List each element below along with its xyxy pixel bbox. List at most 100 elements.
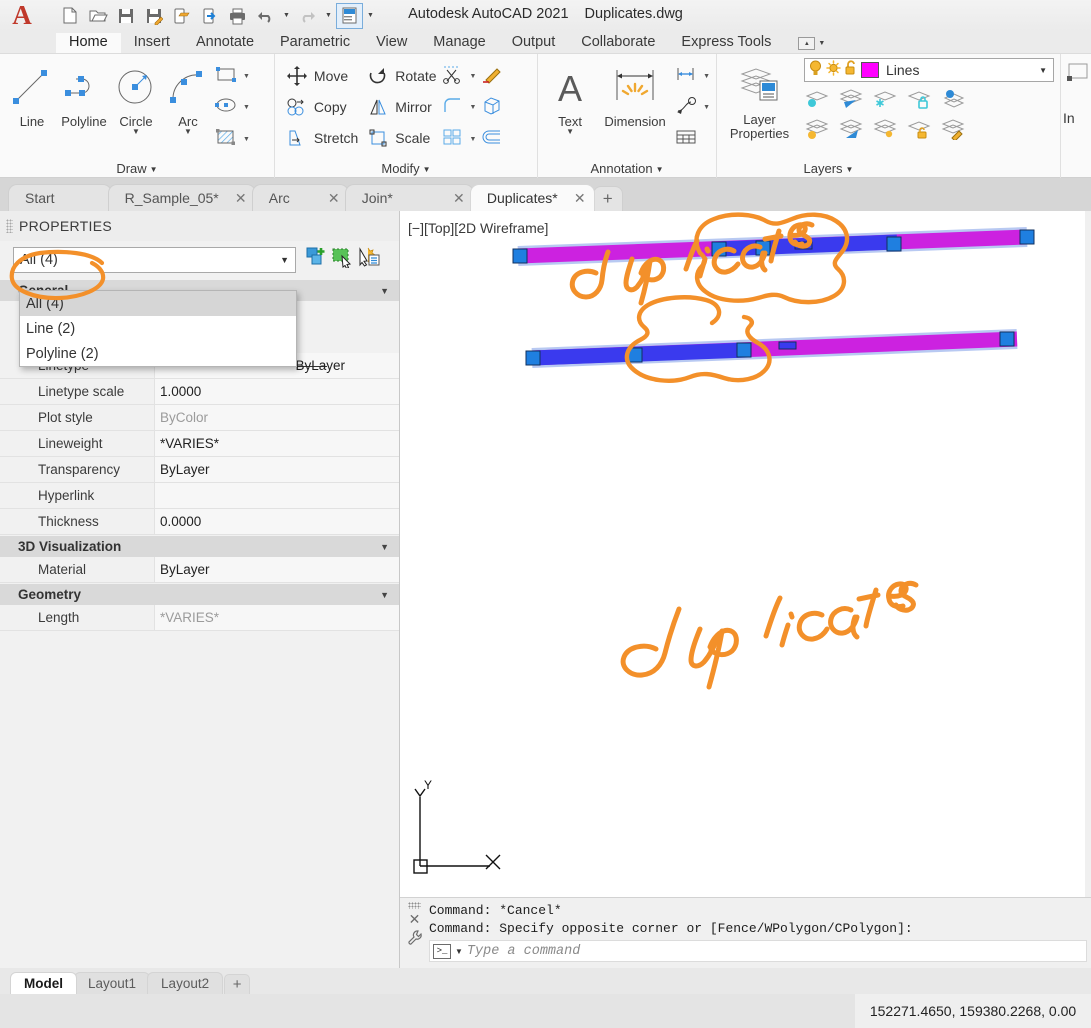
array-caret[interactable]: ▼: [470, 136, 477, 143]
command-prompt-caret[interactable]: ▼: [455, 947, 463, 956]
plot-icon[interactable]: [224, 3, 251, 29]
annotation-dimension-button[interactable]: Dimension: [596, 59, 674, 154]
property-value[interactable]: ByLayer: [155, 557, 399, 582]
properties-section-3d-visualization[interactable]: 3D Visualization ▼: [0, 535, 399, 557]
ribbon-tab-annotate[interactable]: Annotate: [183, 33, 267, 54]
file-tab-join-close-icon[interactable]: ✕: [451, 190, 467, 207]
file-tab-arc[interactable]: Arc ✕: [251, 184, 349, 211]
trim-caret[interactable]: ▼: [470, 73, 477, 80]
new-file-tab-button[interactable]: +: [592, 186, 623, 211]
properties-section-geometry[interactable]: Geometry ▼: [0, 583, 399, 605]
layer-off-icon[interactable]: [804, 88, 830, 115]
ribbon-minimize-icon[interactable]: ▲: [798, 37, 816, 50]
save-icon[interactable]: [112, 3, 139, 29]
close-icon[interactable]: ✕: [409, 912, 421, 926]
layer-match-icon[interactable]: [940, 118, 966, 145]
modify-erase-button[interactable]: [480, 62, 504, 91]
file-tab-start[interactable]: Start: [8, 184, 112, 211]
modify-extrude-button[interactable]: [480, 93, 504, 122]
workspace-icon[interactable]: [336, 2, 363, 29]
quick-properties-icon[interactable]: [357, 246, 381, 273]
table-row[interactable]: Length *VARIES*: [0, 605, 399, 631]
undo-icon[interactable]: [252, 3, 279, 29]
draw-panel-title[interactable]: Draw ▼: [0, 161, 274, 176]
rectangle-caret[interactable]: ▼: [243, 73, 250, 80]
properties-section-geometry-caret[interactable]: ▼: [380, 590, 389, 600]
modify-offset-button[interactable]: [480, 125, 504, 154]
file-tab-r-sample-05-close-icon[interactable]: ✕: [233, 190, 249, 207]
file-tab-join[interactable]: Join* ✕: [344, 184, 474, 211]
open-icon[interactable]: [84, 3, 111, 29]
layer-color-swatch[interactable]: [861, 62, 879, 78]
modify-trim-button[interactable]: ▼: [441, 62, 477, 91]
hatch-caret[interactable]: ▼: [243, 136, 250, 143]
layer-make-current-icon[interactable]: [940, 88, 966, 115]
current-layer-combobox[interactable]: Lines ▼: [804, 58, 1054, 82]
redo-dropdown-caret[interactable]: ▼: [322, 3, 335, 29]
ribbon-tab-express-tools[interactable]: Express Tools: [668, 33, 784, 54]
draw-rectangle-button[interactable]: ▼: [214, 62, 250, 91]
ribbon-minimize-caret[interactable]: ▼: [818, 40, 825, 47]
save-as-icon[interactable]: [140, 3, 167, 29]
quick-select-icon[interactable]: [305, 246, 327, 273]
layer-unisolate-icon[interactable]: [838, 118, 864, 145]
object-filter-caret[interactable]: ▼: [280, 255, 289, 265]
object-filter-option-polyline[interactable]: Polyline (2): [20, 341, 296, 366]
annotation-text-button[interactable]: A Text ▼: [544, 59, 596, 154]
layer-turn-all-on-icon[interactable]: [804, 118, 830, 145]
layout-tab-model[interactable]: Model: [10, 972, 77, 994]
annotation-leader-button[interactable]: ▼: [674, 93, 710, 122]
dim-style-caret[interactable]: ▼: [703, 73, 710, 80]
table-row[interactable]: Transparency ByLayer: [0, 457, 399, 483]
draw-line-button[interactable]: Line: [6, 59, 58, 154]
qat-overflow-caret[interactable]: ▼: [364, 3, 377, 29]
coordinate-display[interactable]: 152271.4650, 159380.2268, 0.00: [855, 994, 1091, 1028]
modify-stretch-button[interactable]: Stretch: [281, 123, 362, 153]
draw-arc-caret[interactable]: ▼: [184, 128, 192, 136]
object-filter-combobox[interactable]: All (4) ▼: [13, 246, 296, 273]
new-icon[interactable]: [56, 3, 83, 29]
current-layer-caret[interactable]: ▼: [1039, 66, 1050, 75]
layer-properties-button[interactable]: Layer Properties: [723, 58, 796, 154]
sun-icon[interactable]: [826, 59, 841, 81]
modify-rotate-button[interactable]: Rotate: [362, 61, 440, 91]
property-value[interactable]: [155, 483, 399, 508]
draw-circle-caret[interactable]: ▼: [132, 128, 140, 136]
command-line-grip-icon[interactable]: [408, 902, 421, 909]
table-row[interactable]: Lineweight *VARIES*: [0, 431, 399, 457]
file-tab-arc-close-icon[interactable]: ✕: [326, 190, 342, 207]
file-tab-r-sample-05[interactable]: R_Sample_05* ✕: [107, 184, 256, 211]
unlock-icon[interactable]: [844, 59, 858, 81]
table-row[interactable]: Hyperlink: [0, 483, 399, 509]
select-objects-icon[interactable]: [331, 246, 353, 273]
layers-panel-title[interactable]: Layers ▼: [657, 161, 1000, 176]
object-filter-dropdown-list[interactable]: All (4) Line (2) Polyline (2): [19, 290, 297, 367]
save-to-web-icon[interactable]: [168, 3, 195, 29]
layers-panel-caret[interactable]: ▼: [846, 165, 854, 174]
layout-tab-layout2[interactable]: Layout2: [147, 972, 224, 994]
draw-arc-button[interactable]: Arc ▼: [162, 59, 214, 154]
draw-ellipse-button[interactable]: ▼: [214, 93, 250, 122]
modify-panel-caret[interactable]: ▼: [423, 165, 431, 174]
leader-caret[interactable]: ▼: [703, 104, 710, 111]
undo-dropdown-caret[interactable]: ▼: [280, 3, 293, 29]
modify-mirror-button[interactable]: Mirror: [362, 92, 440, 122]
ribbon-tab-output[interactable]: Output: [499, 33, 569, 54]
properties-section-general-caret[interactable]: ▼: [380, 286, 389, 296]
layer-isolate-icon[interactable]: [838, 88, 864, 115]
modify-fillet-button[interactable]: ▼: [441, 93, 476, 122]
annotation-table-button[interactable]: [674, 125, 710, 154]
ribbon-minimize-control[interactable]: ▲ ▼: [798, 37, 825, 53]
file-tab-duplicates-close-icon[interactable]: ✕: [572, 190, 588, 207]
layer-unlock-icon[interactable]: [906, 118, 932, 145]
modify-panel-title[interactable]: Modify ▼: [275, 161, 537, 176]
annotation-dim-style-button[interactable]: ▼: [674, 62, 710, 91]
property-value[interactable]: 0.0000: [155, 509, 399, 534]
drawing-canvas[interactable]: [−][Top][2D Wireframe] Y: [400, 211, 1091, 897]
property-value[interactable]: ByLayer: [155, 457, 399, 482]
ribbon-tab-parametric[interactable]: Parametric: [267, 33, 363, 54]
ribbon-tab-home[interactable]: Home: [56, 32, 121, 53]
layout-tab-layout1[interactable]: Layout1: [74, 972, 151, 994]
wrench-icon[interactable]: [407, 929, 423, 952]
table-row[interactable]: Plot style ByColor: [0, 405, 399, 431]
